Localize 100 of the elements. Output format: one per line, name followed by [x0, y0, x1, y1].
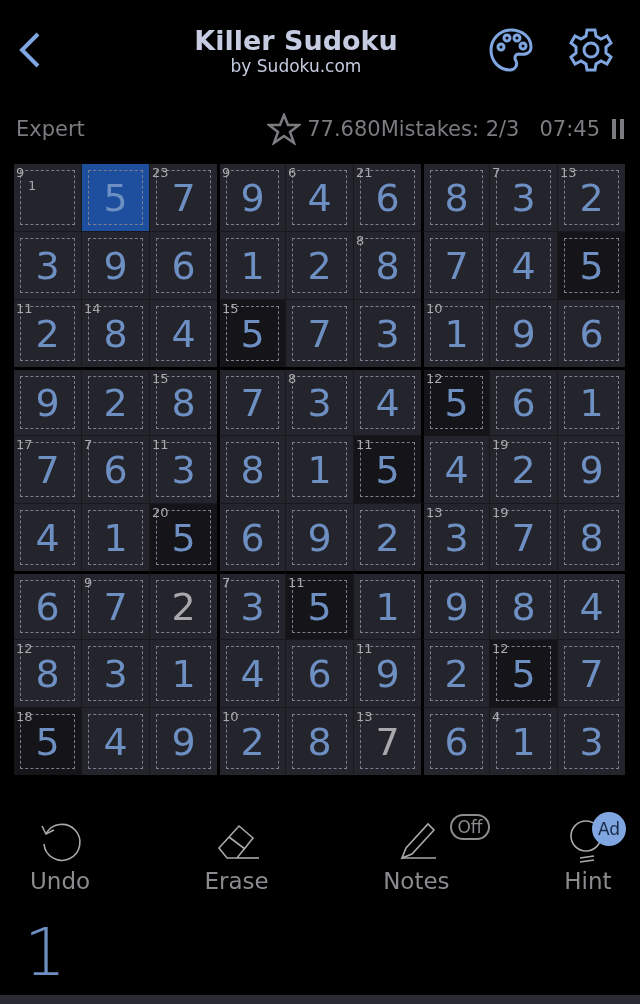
- sudoku-cell[interactable]: 4 1: [490, 708, 558, 776]
- cell-digit: 9: [240, 175, 265, 220]
- sudoku-cell[interactable]: 8: [490, 572, 558, 640]
- sudoku-cell[interactable]: 2: [286, 232, 354, 300]
- sudoku-cell[interactable]: 4: [150, 300, 218, 368]
- sudoku-cell[interactable]: 4: [558, 572, 626, 640]
- sudoku-cell[interactable]: 15 5: [218, 300, 286, 368]
- sudoku-cell[interactable]: 7: [558, 640, 626, 708]
- sudoku-cell[interactable]: 2: [354, 504, 422, 572]
- pause-button[interactable]: [612, 119, 624, 139]
- sudoku-cell[interactable]: 4: [490, 232, 558, 300]
- cell-digit: 3: [35, 243, 60, 288]
- sudoku-cell[interactable]: 9 7: [82, 572, 150, 640]
- sudoku-cell[interactable]: 9: [286, 504, 354, 572]
- sudoku-cell[interactable]: 4: [218, 640, 286, 708]
- cell-digit: 9: [579, 447, 604, 492]
- sudoku-cell[interactable]: 20 5: [150, 504, 218, 572]
- sudoku-cell[interactable]: 7 6: [82, 436, 150, 504]
- sudoku-cell[interactable]: 3: [558, 708, 626, 776]
- sudoku-cell[interactable]: 8: [422, 164, 490, 232]
- notes-button[interactable]: Notes: [383, 816, 450, 894]
- sudoku-cell[interactable]: 8 8: [354, 232, 422, 300]
- sudoku-cell[interactable]: 6: [490, 368, 558, 436]
- sudoku-cell[interactable]: 10 2: [218, 708, 286, 776]
- sudoku-cell[interactable]: 5: [82, 164, 150, 232]
- sudoku-cell[interactable]: 6: [14, 572, 82, 640]
- cell-digit: 9: [35, 380, 60, 425]
- sudoku-cell[interactable]: 2: [422, 640, 490, 708]
- cage-sum: 21: [356, 165, 373, 180]
- cell-digit: 4: [375, 380, 400, 425]
- cell-digit: 9: [307, 515, 332, 560]
- sudoku-cell[interactable]: 9: [150, 708, 218, 776]
- undo-button[interactable]: Undo: [30, 816, 91, 894]
- sudoku-cell[interactable]: 13 7: [354, 708, 422, 776]
- cage-sum: 4: [492, 709, 501, 724]
- sudoku-cell[interactable]: 8: [558, 504, 626, 572]
- sudoku-cell[interactable]: 8: [218, 436, 286, 504]
- settings-icon[interactable]: [568, 27, 614, 73]
- sudoku-cell[interactable]: 9: [490, 300, 558, 368]
- sudoku-cell[interactable]: 8 3: [286, 368, 354, 436]
- sudoku-cell[interactable]: 21 6: [354, 164, 422, 232]
- sudoku-cell[interactable]: 1: [150, 640, 218, 708]
- sudoku-cell[interactable]: 4: [82, 708, 150, 776]
- sudoku-cell[interactable]: 11 9: [354, 640, 422, 708]
- sudoku-cell[interactable]: 6: [218, 504, 286, 572]
- sudoku-cell[interactable]: 6: [422, 708, 490, 776]
- sudoku-cell[interactable]: 6 4: [286, 164, 354, 232]
- cell-digit: 3: [171, 447, 196, 492]
- cage-sum: 7: [222, 575, 231, 590]
- sudoku-cell[interactable]: 12 8: [14, 640, 82, 708]
- sudoku-cell[interactable]: 1: [82, 504, 150, 572]
- palette-icon[interactable]: [488, 27, 534, 73]
- sudoku-cell[interactable]: 1: [286, 436, 354, 504]
- sudoku-cell[interactable]: 10 1: [422, 300, 490, 368]
- sudoku-cell[interactable]: 7: [286, 300, 354, 368]
- sudoku-cell[interactable]: 6: [558, 300, 626, 368]
- sudoku-cell[interactable]: 6: [150, 232, 218, 300]
- sudoku-cell[interactable]: 4: [14, 504, 82, 572]
- cell-digit: 1: [307, 447, 332, 492]
- sudoku-cell[interactable]: 5: [558, 232, 626, 300]
- sudoku-cell[interactable]: 7 3: [218, 572, 286, 640]
- sudoku-cell[interactable]: 4: [354, 368, 422, 436]
- erase-button[interactable]: Erase: [204, 816, 269, 894]
- sudoku-cell[interactable]: 7: [218, 368, 286, 436]
- sudoku-cell[interactable]: 23 7: [150, 164, 218, 232]
- sudoku-cell[interactable]: 12 5: [490, 640, 558, 708]
- sudoku-cell[interactable]: 17 7: [14, 436, 82, 504]
- sudoku-cell[interactable]: 9: [14, 368, 82, 436]
- sudoku-cell[interactable]: 4: [422, 436, 490, 504]
- sudoku-cell[interactable]: 19 2: [490, 436, 558, 504]
- sudoku-cell[interactable]: 9: [82, 232, 150, 300]
- sudoku-cell[interactable]: 18 5: [14, 708, 82, 776]
- sudoku-cell[interactable]: 13 3: [422, 504, 490, 572]
- sudoku-cell[interactable]: 7 3: [490, 164, 558, 232]
- sudoku-cell[interactable]: 11 5: [354, 436, 422, 504]
- sudoku-cell[interactable]: 14 8: [82, 300, 150, 368]
- sudoku-cell[interactable]: 11 3: [150, 436, 218, 504]
- sudoku-cell[interactable]: 8: [286, 708, 354, 776]
- sudoku-cell[interactable]: 7: [422, 232, 490, 300]
- sudoku-cell[interactable]: 3: [82, 640, 150, 708]
- cell-digit: 5: [103, 175, 128, 220]
- cell-digit: 5: [375, 447, 400, 492]
- sudoku-cell[interactable]: 13 2: [558, 164, 626, 232]
- sudoku-cell[interactable]: 1: [558, 368, 626, 436]
- sudoku-cell[interactable]: 9 1: [14, 164, 82, 232]
- sudoku-cell[interactable]: 9 9: [218, 164, 286, 232]
- sudoku-cell[interactable]: 2: [82, 368, 150, 436]
- sudoku-cell[interactable]: 19 7: [490, 504, 558, 572]
- cell-digit: 9: [444, 584, 469, 629]
- sudoku-cell[interactable]: 2: [150, 572, 218, 640]
- sudoku-cell[interactable]: 6: [286, 640, 354, 708]
- number-key[interactable]: 1: [24, 920, 66, 980]
- cell-digit: 7: [444, 243, 469, 288]
- sudoku-cell[interactable]: 9: [422, 572, 490, 640]
- sudoku-cell[interactable]: 1: [354, 572, 422, 640]
- sudoku-cell[interactable]: 1: [218, 232, 286, 300]
- sudoku-cell[interactable]: 9: [558, 436, 626, 504]
- sudoku-cell[interactable]: 11 2: [14, 300, 82, 368]
- sudoku-cell[interactable]: 3: [14, 232, 82, 300]
- sudoku-cell[interactable]: 3: [354, 300, 422, 368]
